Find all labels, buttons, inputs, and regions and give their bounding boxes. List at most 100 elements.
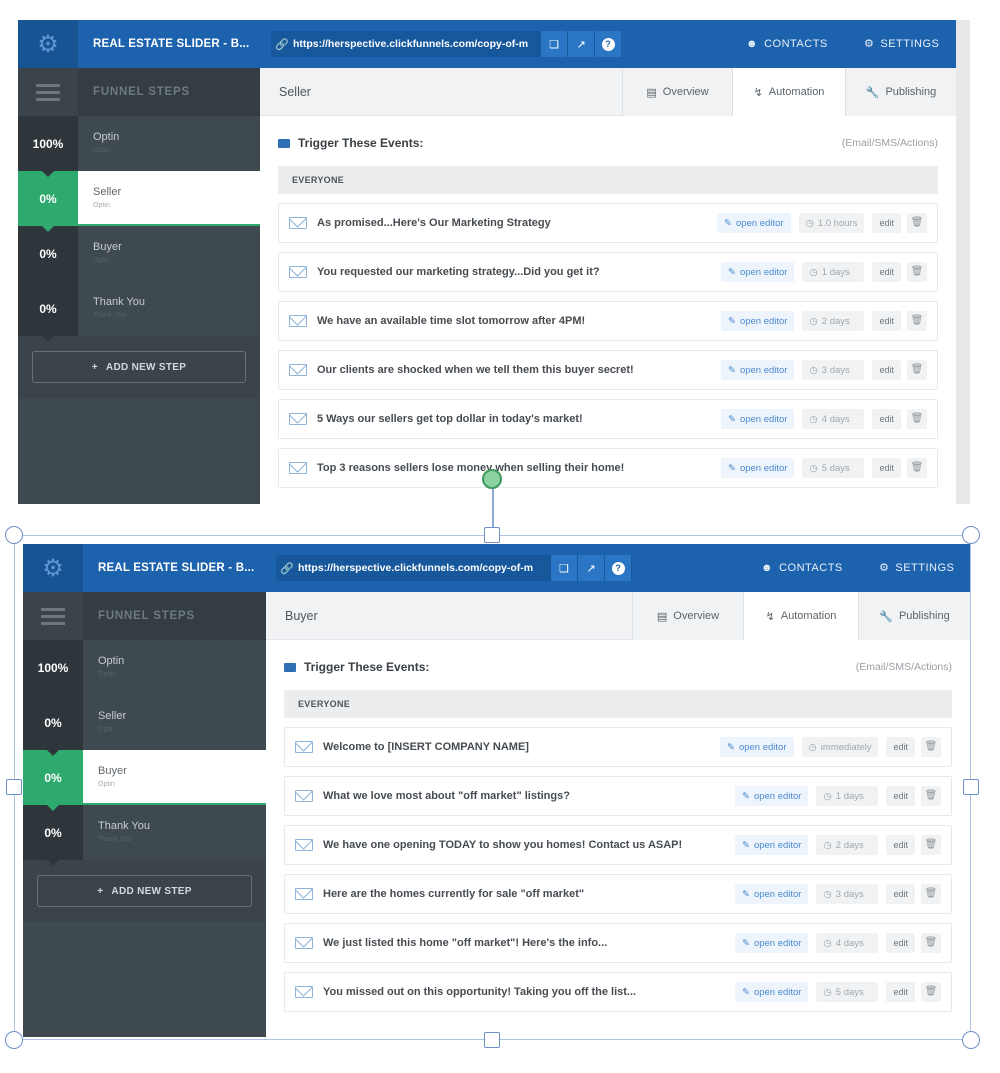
step-seller[interactable]: 0% Seller Optin bbox=[23, 695, 266, 756]
edit-button[interactable]: edit bbox=[872, 360, 901, 380]
gear-icon[interactable]: ⚙ bbox=[18, 20, 78, 68]
open-editor-button[interactable]: ✎ open editor bbox=[720, 409, 795, 429]
resize-handle-right[interactable] bbox=[963, 779, 979, 795]
open-editor-button[interactable]: ✎ open editor bbox=[734, 835, 809, 855]
resize-handle-bottom-left[interactable] bbox=[5, 1031, 23, 1049]
gear-icon[interactable]: ⚙ bbox=[23, 544, 83, 592]
app-title[interactable]: REAL ESTATE SLIDER - B... bbox=[93, 20, 249, 68]
tab-overview[interactable]: ▤ Overview bbox=[622, 68, 732, 116]
external-link-icon[interactable]: ↗ bbox=[578, 555, 604, 581]
menu-icon[interactable] bbox=[18, 68, 78, 116]
email-row[interactable]: What we love most about "off market" lis… bbox=[284, 776, 952, 816]
email-row[interactable]: Our clients are shocked when we tell the… bbox=[278, 350, 938, 390]
email-row[interactable]: We have an available time slot tomorrow … bbox=[278, 301, 938, 341]
tab-publishing[interactable]: 🔧 Publishing bbox=[858, 592, 970, 640]
resize-handle-top[interactable] bbox=[484, 527, 500, 543]
email-row[interactable]: Top 3 reasons sellers lose money when se… bbox=[278, 448, 938, 488]
trash-icon[interactable]: 🗑 bbox=[921, 933, 941, 953]
settings-link[interactable]: ⚙ SETTINGS bbox=[879, 544, 954, 592]
open-editor-button[interactable]: ✎ open editor bbox=[720, 311, 795, 331]
open-editor-button[interactable]: ✎ open editor bbox=[720, 262, 795, 282]
email-row[interactable]: As promised...Here's Our Marketing Strat… bbox=[278, 203, 938, 243]
step-thank-you[interactable]: 0% Thank You Thank You bbox=[23, 805, 266, 866]
add-new-step-button[interactable]: + ADD NEW STEP bbox=[32, 351, 246, 383]
trash-icon[interactable]: 🗑 bbox=[921, 982, 941, 1002]
trash-icon[interactable]: 🗑 bbox=[921, 835, 941, 855]
trash-icon[interactable]: 🗑 bbox=[907, 458, 927, 478]
main-header: Buyer ▤ Overview ↯ Automation 🔧 Publishing bbox=[266, 592, 970, 640]
app-title[interactable]: REAL ESTATE SLIDER - B... bbox=[98, 544, 254, 592]
edit-button[interactable]: edit bbox=[872, 409, 901, 429]
open-editor-button[interactable]: ✎ open editor bbox=[734, 933, 809, 953]
email-row[interactable]: Welcome to [INSERT COMPANY NAME] ✎ open e… bbox=[284, 727, 952, 767]
trash-icon[interactable]: 🗑 bbox=[921, 786, 941, 806]
funnel-url[interactable]: https://herspective.clickfunnels.com/cop… bbox=[298, 562, 550, 574]
open-editor-button[interactable]: ✎ open editor bbox=[719, 737, 794, 757]
trash-icon[interactable]: 🗑 bbox=[907, 311, 927, 331]
edit-button[interactable]: edit bbox=[886, 786, 915, 806]
edit-button[interactable]: edit bbox=[886, 933, 915, 953]
tab-overview[interactable]: ▤ Overview bbox=[632, 592, 743, 640]
email-row[interactable]: We have one opening TODAY to show you ho… bbox=[284, 825, 952, 865]
envelope-icon bbox=[295, 888, 313, 900]
edit-button[interactable]: edit bbox=[886, 982, 915, 1002]
resize-handle-top-right[interactable] bbox=[962, 526, 980, 544]
tab-automation[interactable]: ↯ Automation bbox=[743, 592, 858, 640]
add-step-zone: + ADD NEW STEP bbox=[23, 860, 266, 922]
step-optin[interactable]: 100% Optin Optin bbox=[18, 116, 260, 177]
email-row[interactable]: 5 Ways our sellers get top dollar in tod… bbox=[278, 399, 938, 439]
resize-handle-bottom-right[interactable] bbox=[962, 1031, 980, 1049]
trash-icon[interactable]: 🗑 bbox=[907, 360, 927, 380]
email-row[interactable]: We just listed this home "off market"! H… bbox=[284, 923, 952, 963]
tab-publishing[interactable]: 🔧 Publishing bbox=[845, 68, 956, 116]
email-subject: We have one opening TODAY to show you ho… bbox=[323, 839, 683, 851]
resize-handle-top-left[interactable] bbox=[5, 526, 23, 544]
trash-icon[interactable]: 🗑 bbox=[907, 262, 927, 282]
open-editor-button[interactable]: ✎ open editor bbox=[717, 213, 791, 233]
trash-icon[interactable]: 🗑 bbox=[921, 737, 941, 757]
edit-button[interactable]: edit bbox=[886, 835, 915, 855]
open-editor-button[interactable]: ✎ open editor bbox=[734, 884, 809, 904]
open-editor-button[interactable]: ✎ open editor bbox=[720, 458, 795, 478]
tab-automation[interactable]: ↯ Automation bbox=[732, 68, 845, 116]
edit-button[interactable]: edit bbox=[872, 262, 901, 282]
email-row[interactable]: You requested our marketing strategy...D… bbox=[278, 252, 938, 292]
edit-button[interactable]: edit bbox=[886, 737, 915, 757]
open-editor-button[interactable]: ✎ open editor bbox=[734, 982, 809, 1002]
copy-icon[interactable]: ❏ bbox=[551, 555, 577, 581]
open-editor-button[interactable]: ✎ open editor bbox=[720, 360, 795, 380]
trash-icon[interactable]: 🗑 bbox=[907, 213, 927, 233]
edit-button[interactable]: edit bbox=[872, 311, 901, 331]
help-icon[interactable]: ? bbox=[595, 31, 621, 57]
funnel-url[interactable]: https://herspective.clickfunnels.com/cop… bbox=[293, 38, 540, 50]
copy-icon[interactable]: ❏ bbox=[541, 31, 568, 57]
edit-button[interactable]: edit bbox=[872, 213, 901, 233]
email-subject: Our clients are shocked when we tell the… bbox=[317, 364, 634, 376]
help-icon[interactable]: ? bbox=[605, 555, 631, 581]
trash-icon[interactable]: 🗑 bbox=[921, 884, 941, 904]
contacts-label: CONTACTS bbox=[764, 38, 828, 50]
step-seller[interactable]: 0% Seller Optin bbox=[18, 171, 260, 232]
settings-link[interactable]: ⚙ SETTINGS bbox=[864, 20, 939, 68]
edit-button[interactable]: edit bbox=[886, 884, 915, 904]
external-link-icon[interactable]: ↗ bbox=[568, 31, 595, 57]
step-buyer[interactable]: 0% Buyer Optin bbox=[18, 226, 260, 287]
open-editor-button[interactable]: ✎ open editor bbox=[734, 786, 809, 806]
edit-button[interactable]: edit bbox=[872, 458, 901, 478]
trash-icon[interactable]: 🗑 bbox=[907, 409, 927, 429]
menu-icon[interactable] bbox=[23, 592, 83, 640]
resize-handle-left[interactable] bbox=[6, 779, 22, 795]
step-optin[interactable]: 100% Optin Optin bbox=[23, 640, 266, 701]
delay-badge: ◷ 4 days bbox=[816, 933, 879, 953]
contacts-link[interactable]: ☻ CONTACTS bbox=[746, 20, 828, 68]
step-thank-you[interactable]: 0% Thank You Thank You bbox=[18, 281, 260, 342]
add-new-step-button[interactable]: + ADD NEW STEP bbox=[37, 875, 252, 907]
email-row[interactable]: Here are the homes currently for sale "o… bbox=[284, 874, 952, 914]
rotate-handle[interactable] bbox=[482, 469, 502, 489]
email-row[interactable]: You missed out on this opportunity! Taki… bbox=[284, 972, 952, 1012]
tab-label: Publishing bbox=[898, 610, 950, 622]
step-buyer[interactable]: 0% Buyer Optin bbox=[23, 750, 266, 811]
contacts-link[interactable]: ☻ CONTACTS bbox=[761, 544, 843, 592]
resize-handle-bottom[interactable] bbox=[484, 1032, 500, 1048]
funnel-panel-buyer[interactable]: ⚙ REAL ESTATE SLIDER - B... 🔗 https://he… bbox=[23, 544, 970, 1037]
